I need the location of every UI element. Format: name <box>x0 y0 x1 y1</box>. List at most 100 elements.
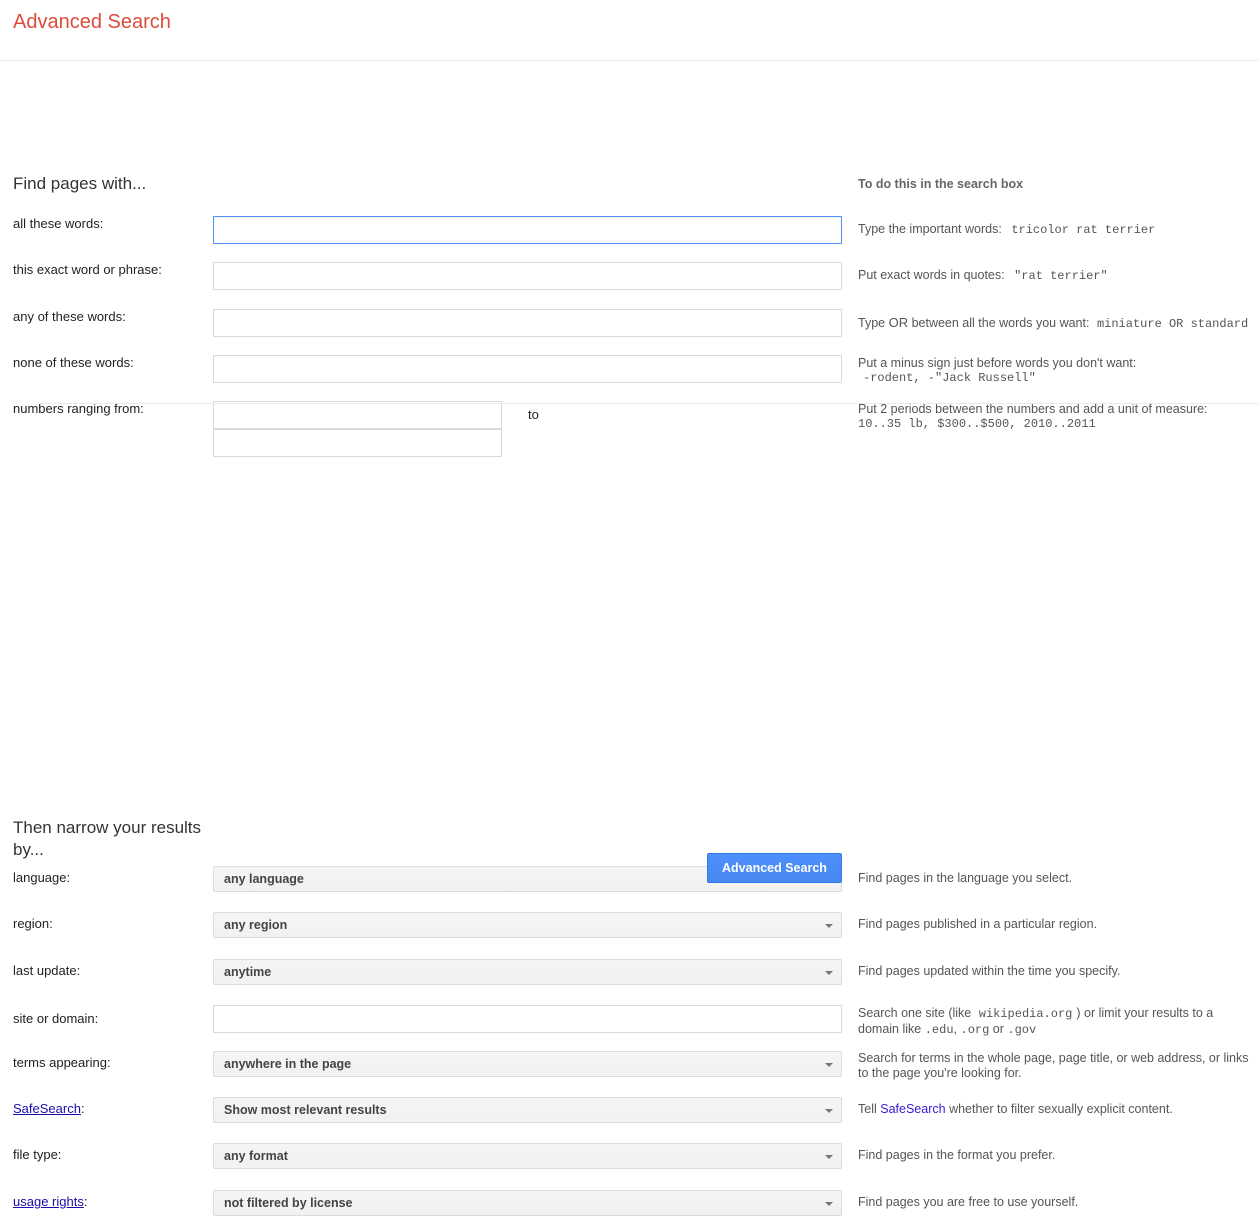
help-safesearch-prefix: Tell <box>858 1102 877 1116</box>
help-text-exact-phrase: Put exact words in quotes: <box>858 268 1005 282</box>
form-row-numbers-range: numbers ranging from: to Put 2 periods b… <box>0 401 1259 457</box>
page-header: Advanced Search <box>0 0 1259 61</box>
select-terms-appearing[interactable]: anywhere in the page <box>213 1051 842 1077</box>
select-safesearch[interactable]: Show most relevant results <box>213 1097 842 1123</box>
help-safesearch-suffix: whether to filter sexually explicit cont… <box>949 1102 1173 1116</box>
label-safesearch-suffix: : <box>80 1101 85 1116</box>
form-row-any-of-these-words: any of these words: Type OR between all … <box>0 309 1259 337</box>
label-none-of-these-words: none of these words: <box>13 355 134 370</box>
form-row-none-of-these-words: none of these words: Put a minus sign ju… <box>0 355 1259 386</box>
select-terms-appearing-value: anywhere in the page <box>224 1057 352 1071</box>
help-site-text-a: Search one site (like <box>858 1006 972 1020</box>
label-language: language: <box>13 870 71 885</box>
form-row-exact-phrase: this exact word or phrase: Put exact wor… <box>0 262 1259 290</box>
form-row-all-these-words: all these words: Type the important word… <box>0 216 1259 244</box>
find-pages-heading: Find pages with... <box>13 174 147 193</box>
search-box-help-heading: To do this in the search box <box>858 177 1024 191</box>
help-exact-phrase: Put exact words in quotes: "rat terrier" <box>845 262 1259 284</box>
select-file-type-value: any format <box>224 1149 288 1163</box>
chevron-down-icon <box>825 1063 833 1067</box>
label-last-update: last update: <box>13 963 81 978</box>
label-site-or-domain: site or domain: <box>13 1011 99 1026</box>
select-usage-rights-value: not filtered by license <box>224 1196 353 1210</box>
field-file-type: any format <box>213 1143 845 1169</box>
find-pages-section: Find pages with... To do this in the sea… <box>0 61 1259 457</box>
help-safesearch: Tell SafeSearch whether to filter sexual… <box>845 1097 1259 1117</box>
input-exact-phrase[interactable] <box>213 262 842 290</box>
help-code-any-of-these-words: miniature OR standard <box>1096 317 1249 331</box>
select-last-update-value: anytime <box>224 965 272 979</box>
safesearch-link[interactable]: SafeSearch <box>13 1101 81 1116</box>
help-site-text-d: or <box>992 1022 1004 1036</box>
help-text-none-of-these-words: Put a minus sign just before words you d… <box>858 356 1137 370</box>
field-any-of-these-words <box>213 309 845 337</box>
select-safesearch-value: Show most relevant results <box>224 1103 387 1117</box>
form-row-language: language: any language Find pages in the… <box>0 866 1259 892</box>
chevron-down-icon <box>825 1109 833 1113</box>
input-numbers-to[interactable] <box>213 429 502 457</box>
help-text-any-suffix: between all the words you want: <box>911 316 1090 330</box>
field-all-these-words <box>213 216 845 244</box>
select-last-update[interactable]: anytime <box>213 959 842 985</box>
label-file-type: file type: <box>13 1147 62 1162</box>
help-file-type: Find pages in the format you prefer. <box>858 1148 1056 1162</box>
help-text-all-these-words: Type the important words: <box>858 222 1002 236</box>
chevron-down-icon <box>825 1155 833 1159</box>
help-code-exact-phrase: "rat terrier" <box>1014 269 1108 283</box>
help-text-any-prefix: Type <box>858 316 886 330</box>
field-site-or-domain <box>213 1005 845 1033</box>
narrow-results-heading: Then narrow your results by... <box>13 818 202 859</box>
help-site-code-edu: .edu <box>924 1023 954 1037</box>
help-language: Find pages in the language you select. <box>858 871 1073 885</box>
help-last-update: Find pages updated within the time you s… <box>858 964 1121 978</box>
select-region-value: any region <box>224 918 288 932</box>
input-all-these-words[interactable] <box>213 216 842 244</box>
help-usage-rights: Find pages you are free to use yourself. <box>858 1195 1079 1209</box>
input-site-or-domain[interactable] <box>213 1005 842 1033</box>
numbers-range-separator: to <box>528 407 539 422</box>
advanced-search-submit-button[interactable]: Advanced Search <box>707 853 842 883</box>
help-site-text-c: , <box>953 1022 958 1036</box>
label-usage-rights-suffix: : <box>83 1194 88 1209</box>
form-row-site-or-domain: site or domain: Search one site (like wi… <box>0 1005 1259 1038</box>
help-text-numbers-range: Put 2 periods between the numbers and ad… <box>858 402 1208 416</box>
field-terms-appearing: anywhere in the page <box>213 1051 845 1077</box>
help-code-numbers-range: 10..35 lb, $300..$500, 2010..2011 <box>858 417 1096 431</box>
help-safesearch-link[interactable]: SafeSearch <box>880 1102 945 1116</box>
help-code-none-of-these-words: -rodent, -"Jack Russell" <box>863 371 1036 385</box>
input-any-of-these-words[interactable] <box>213 309 842 337</box>
label-terms-appearing: terms appearing: <box>13 1055 111 1070</box>
form-row-usage-rights: usage rights: not filtered by license Fi… <box>0 1190 1259 1216</box>
help-site-code-gov: .gov <box>1007 1023 1037 1037</box>
form-row-region: region: any region Find pages published … <box>0 912 1259 938</box>
select-file-type[interactable]: any format <box>213 1143 842 1169</box>
help-site-or-domain: Search one site (like wikipedia.org) or … <box>845 1005 1259 1038</box>
field-none-of-these-words <box>213 355 845 383</box>
chevron-down-icon <box>825 924 833 928</box>
help-any-of-these-words: Type OR between all the words you want: … <box>845 309 1259 332</box>
help-site-code-wikipedia: wikipedia.org <box>978 1007 1073 1021</box>
usage-rights-link[interactable]: usage rights <box>13 1194 84 1209</box>
label-all-these-words: all these words: <box>13 216 104 231</box>
select-region[interactable]: any region <box>213 912 842 938</box>
form-row-safesearch: SafeSearch: Show most relevant results T… <box>0 1097 1259 1123</box>
label-safesearch: SafeSearch: <box>0 1097 213 1117</box>
label-region: region: <box>13 916 53 931</box>
help-numbers-range: Put 2 periods between the numbers and ad… <box>845 401 1259 432</box>
field-last-update: anytime <box>213 959 845 985</box>
input-none-of-these-words[interactable] <box>213 355 842 383</box>
field-exact-phrase <box>213 262 845 290</box>
help-terms-appearing: Search for terms in the whole page, page… <box>858 1051 1249 1080</box>
field-numbers-range: to <box>213 401 845 457</box>
input-numbers-from[interactable] <box>213 401 502 429</box>
field-safesearch: Show most relevant results <box>213 1097 845 1123</box>
help-none-of-these-words: Put a minus sign just before words you d… <box>845 355 1259 386</box>
select-usage-rights[interactable]: not filtered by license <box>213 1190 842 1216</box>
label-any-of-these-words: any of these words: <box>13 309 126 324</box>
select-language-value: any language <box>224 872 304 886</box>
field-region: any region <box>213 912 845 938</box>
help-operator-or: OR <box>888 315 909 330</box>
help-region: Find pages published in a particular reg… <box>858 917 1098 931</box>
form-row-last-update: last update: anytime Find pages updated … <box>0 959 1259 985</box>
label-exact-phrase: this exact word or phrase: <box>13 262 162 277</box>
